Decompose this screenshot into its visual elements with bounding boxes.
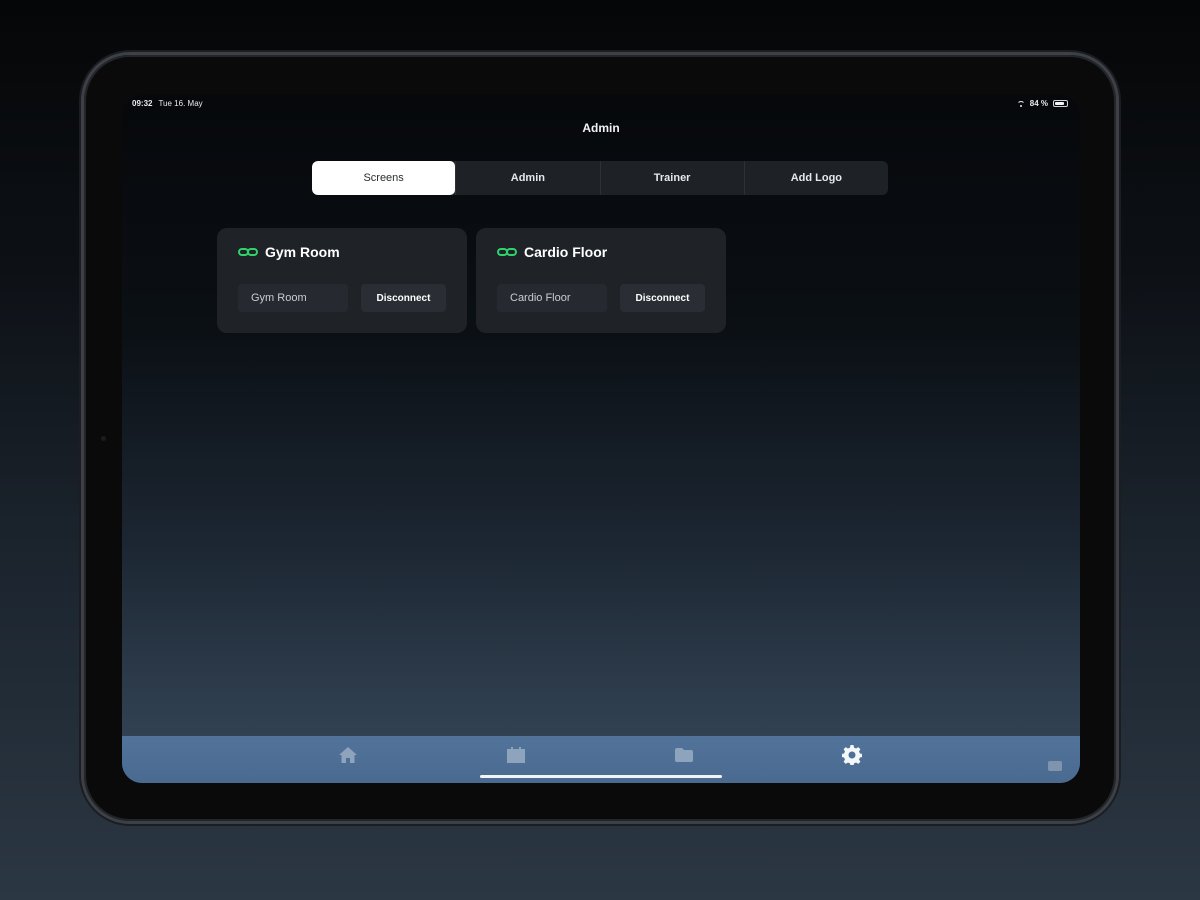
calendar-icon[interactable] (506, 746, 526, 764)
disconnect-button[interactable]: Disconnect (361, 284, 446, 312)
status-right: 84 % (1016, 99, 1068, 108)
tab-add-logo[interactable]: Add Logo (743, 161, 888, 195)
folder-icon[interactable] (674, 746, 694, 764)
status-left: 09:32 Tue 16. May (132, 99, 203, 108)
card-title: Gym Room (265, 244, 340, 260)
wifi-icon (1016, 100, 1025, 107)
card-title: Cardio Floor (524, 244, 608, 260)
side-connector (1116, 330, 1119, 362)
status-date: Tue 16. May (158, 99, 203, 108)
camera-dot (101, 436, 106, 441)
battery-fill (1055, 102, 1065, 105)
home-indicator[interactable] (480, 775, 722, 778)
battery-percent: 84 % (1029, 99, 1048, 108)
screen-name-field[interactable]: Gym Room (238, 284, 348, 312)
battery-icon (1053, 100, 1068, 107)
status-bar: 09:32 Tue 16. May 84 % (122, 95, 1080, 111)
bottom-tab-bar (122, 736, 1080, 783)
power-button (1116, 120, 1119, 162)
tab-trainer[interactable]: Trainer (599, 161, 744, 195)
link-icon (497, 248, 517, 256)
tab-admin[interactable]: Admin (455, 161, 599, 195)
segmented-tabs: Screens Admin Trainer Add Logo (312, 161, 888, 195)
screen-name-field[interactable]: Cardio Floor (497, 284, 607, 312)
page-title: Admin (582, 121, 620, 135)
home-icon[interactable] (338, 746, 358, 764)
disconnect-button[interactable]: Disconnect (620, 284, 705, 312)
keyboard-icon (1048, 761, 1062, 771)
screen-card: Cardio Floor Cardio Floor Disconnect (476, 228, 726, 333)
gear-icon[interactable] (842, 745, 862, 765)
screen-card: Gym Room Gym Room Disconnect (217, 228, 467, 333)
card-header: Cardio Floor (497, 244, 607, 260)
app-screen: 09:32 Tue 16. May 84 % Admin Screens Adm… (122, 95, 1080, 783)
card-header: Gym Room (238, 244, 340, 260)
screen-cards: Gym Room Gym Room Disconnect Cardio Floo… (217, 228, 726, 333)
link-icon (238, 248, 258, 256)
status-time: 09:32 (132, 99, 153, 108)
tab-screens[interactable]: Screens (312, 161, 456, 195)
